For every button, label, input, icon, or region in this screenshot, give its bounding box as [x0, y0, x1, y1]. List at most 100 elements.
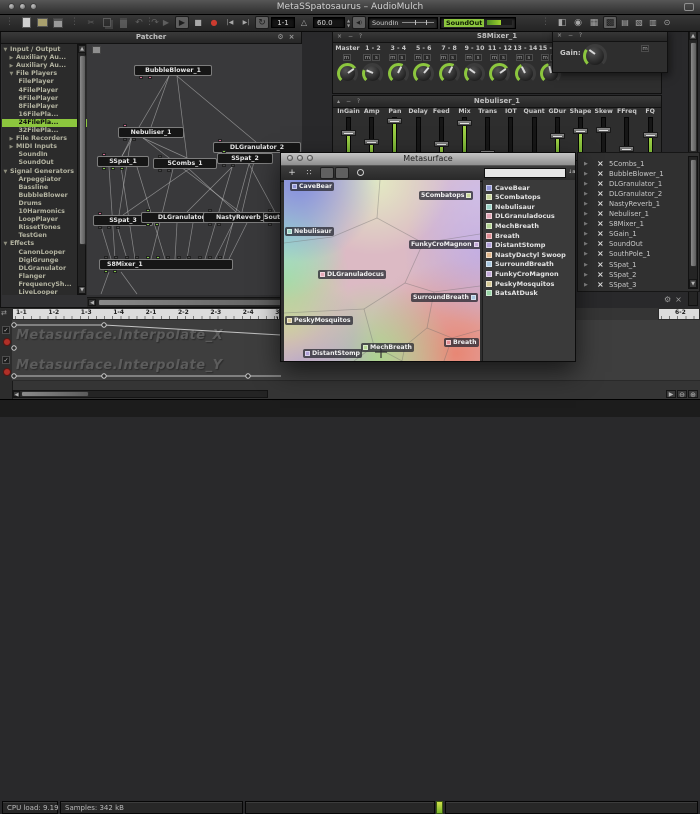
- snapshot-row-nebulisaur[interactable]: Nebulisaur: [486, 202, 535, 211]
- delete-x-icon[interactable]: ×: [597, 219, 604, 229]
- tree-item-livelooper[interactable]: LiveLooper: [2, 289, 88, 295]
- surface-label-mechbreath[interactable]: MechBreath: [361, 343, 414, 352]
- slider-thumb-pan[interactable]: [387, 118, 402, 124]
- patch-node-sspat_1[interactable]: SSpat_1: [97, 156, 149, 167]
- soundin-slider[interactable]: [402, 22, 434, 23]
- cut-icon[interactable]: ✂: [84, 16, 98, 29]
- tree-item-file-recorders[interactable]: File Recorders▶: [2, 135, 88, 143]
- detail-view-icon[interactable]: [335, 167, 349, 179]
- contraption-item-sgain_1[interactable]: SGain_1: [609, 229, 637, 239]
- tree-item-rissettones[interactable]: RissetTones: [2, 224, 88, 232]
- tree-item-bassline[interactable]: Bassline: [2, 184, 88, 192]
- tree-item-fileplayer[interactable]: FilePlayer: [2, 78, 88, 86]
- expand-arrow-icon[interactable]: ▶: [584, 169, 588, 179]
- mute-button[interactable]: m: [343, 54, 351, 61]
- surface-label-cavebear[interactable]: CaveBear: [290, 182, 334, 191]
- tree-item-midi-inputs[interactable]: MIDI Inputs▶: [2, 143, 88, 151]
- contraption-item-s8mixer_1[interactable]: S8Mixer_1: [609, 219, 644, 229]
- output-pin[interactable]: [98, 226, 102, 229]
- record-button[interactable]: ●: [207, 16, 221, 29]
- output-pin[interactable]: [113, 270, 117, 273]
- output-pin[interactable]: [104, 270, 108, 273]
- channel-knob-Master[interactable]: [337, 63, 358, 84]
- tree-item-drums[interactable]: Drums: [2, 200, 88, 208]
- slider-thumb-ingain[interactable]: [341, 130, 356, 136]
- snapshot-row-5combatops[interactable]: 5Combatops: [486, 193, 541, 202]
- contraptions-scrollbar[interactable]: ▼: [688, 156, 698, 289]
- metasurface-view-icon[interactable]: ▩: [603, 16, 617, 29]
- automation-panel-icon[interactable]: ▧: [633, 16, 645, 29]
- close-traffic-light[interactable]: [287, 155, 293, 161]
- surface-label-dlgranuladocus[interactable]: DLGranuladocus: [318, 270, 386, 279]
- delete-x-icon[interactable]: ×: [597, 260, 604, 270]
- output-pin[interactable]: [132, 138, 136, 141]
- surface-label-peskymosquitos[interactable]: PeskyMosquitos: [285, 316, 353, 325]
- contraption-item-5combs_1[interactable]: 5Combs_1: [609, 159, 644, 169]
- mute-button[interactable]: m: [516, 54, 524, 61]
- play-from-start-button[interactable]: ▶: [159, 16, 173, 29]
- output-pin[interactable]: [123, 138, 127, 141]
- input-pin[interactable]: [218, 139, 222, 142]
- tree-item-bubbleblower[interactable]: BubbleBlower: [2, 192, 88, 200]
- delete-x-icon[interactable]: ×: [597, 199, 604, 209]
- input-pin[interactable]: [187, 256, 191, 259]
- expand-arrow-icon[interactable]: ▶: [584, 260, 588, 270]
- output-pin[interactable]: [167, 169, 171, 172]
- channel-knob-13-14[interactable]: [515, 63, 536, 84]
- expand-arrow-icon[interactable]: ▶: [584, 179, 588, 189]
- input-pin[interactable]: [158, 155, 162, 158]
- tempo-stepper[interactable]: ▲▼: [347, 18, 350, 28]
- output-pin[interactable]: [120, 167, 124, 170]
- contraption-item-nastyreverb_1[interactable]: NastyReverb_1: [609, 199, 660, 209]
- snapshot-row-dlgranuladocus[interactable]: DLGranuladocus: [486, 212, 555, 221]
- solo-button[interactable]: s: [372, 54, 380, 61]
- output-pin[interactable]: [222, 164, 226, 167]
- slider-thumb-amp[interactable]: [364, 139, 379, 145]
- tree-item-soundin[interactable]: SoundIn: [2, 151, 88, 159]
- output-pin[interactable]: [116, 226, 120, 229]
- tree-item-6fileplayer[interactable]: 6FilePlayer: [2, 95, 88, 103]
- tree-item-24filepla---[interactable]: 24FilePla...: [2, 119, 88, 127]
- surface-label-surroundbreath[interactable]: SurroundBreath: [411, 293, 478, 302]
- soundin-meter[interactable]: SoundIn: [368, 17, 438, 29]
- contraptions-scroll-thumb[interactable]: [690, 159, 697, 267]
- expand-arrow-icon[interactable]: ▶: [10, 62, 14, 70]
- history-clock-icon[interactable]: [353, 167, 367, 179]
- scroll-left-icon[interactable]: ◀: [88, 299, 96, 306]
- automation-hscroll-thumb[interactable]: [21, 391, 89, 397]
- paste-icon[interactable]: [116, 16, 130, 29]
- expand-arrow-icon[interactable]: ▶: [584, 270, 588, 280]
- save-button[interactable]: [51, 16, 65, 29]
- output-pin[interactable]: [148, 76, 152, 79]
- input-pin[interactable]: [98, 212, 102, 215]
- contraption-item-sspat_1[interactable]: SSpat_1: [609, 260, 637, 270]
- tree-item-loopplayer[interactable]: LoopPlayer: [2, 216, 88, 224]
- close-icon[interactable]: ×: [287, 33, 296, 42]
- surface-label-5combatops[interactable]: 5Combatops: [419, 191, 473, 200]
- output-pin[interactable]: [158, 169, 162, 172]
- mixer-window-controls[interactable]: × − ?: [337, 31, 364, 42]
- output-pin[interactable]: [217, 223, 221, 226]
- tree-item-auxiliary-au---[interactable]: Auxiliary Au...▶: [2, 62, 88, 70]
- patch-node-s8mixer_1[interactable]: S8Mixer_1: [99, 259, 233, 270]
- zoom-traffic-light[interactable]: [30, 3, 37, 10]
- output-pin[interactable]: [111, 167, 115, 170]
- expand-arrow-icon[interactable]: ▶: [584, 280, 588, 290]
- delete-x-icon[interactable]: ×: [597, 280, 604, 290]
- surface-label-nebulisaur[interactable]: Nebulisaur: [285, 227, 334, 236]
- slider-thumb-skew[interactable]: [596, 127, 611, 133]
- tree-item-digigrunge[interactable]: DigiGrunge: [2, 257, 88, 265]
- expand-arrow-icon[interactable]: ▶: [584, 159, 588, 169]
- collapse-arrow-icon[interactable]: ▼: [4, 240, 8, 248]
- delete-x-icon[interactable]: ×: [597, 229, 604, 239]
- expand-arrow-icon[interactable]: ▶: [584, 239, 588, 249]
- main-vscroll-thumb[interactable]: [690, 42, 697, 152]
- tree-item-input---output[interactable]: Input / Output▼: [2, 46, 85, 54]
- tree-item-4fileplayer[interactable]: 4FilePlayer: [2, 87, 88, 95]
- minimize-traffic-light[interactable]: [297, 155, 303, 161]
- slider-thumb-gdur[interactable]: [550, 133, 565, 139]
- snapshot-row-distantstomp[interactable]: DistantStomp: [486, 241, 545, 250]
- tree-item-8fileplayer[interactable]: 8FilePlayer: [2, 103, 88, 111]
- loop-button[interactable]: ↻: [255, 16, 269, 29]
- contraption-item-dlgranulator_2[interactable]: DLGranulator_2: [609, 189, 662, 199]
